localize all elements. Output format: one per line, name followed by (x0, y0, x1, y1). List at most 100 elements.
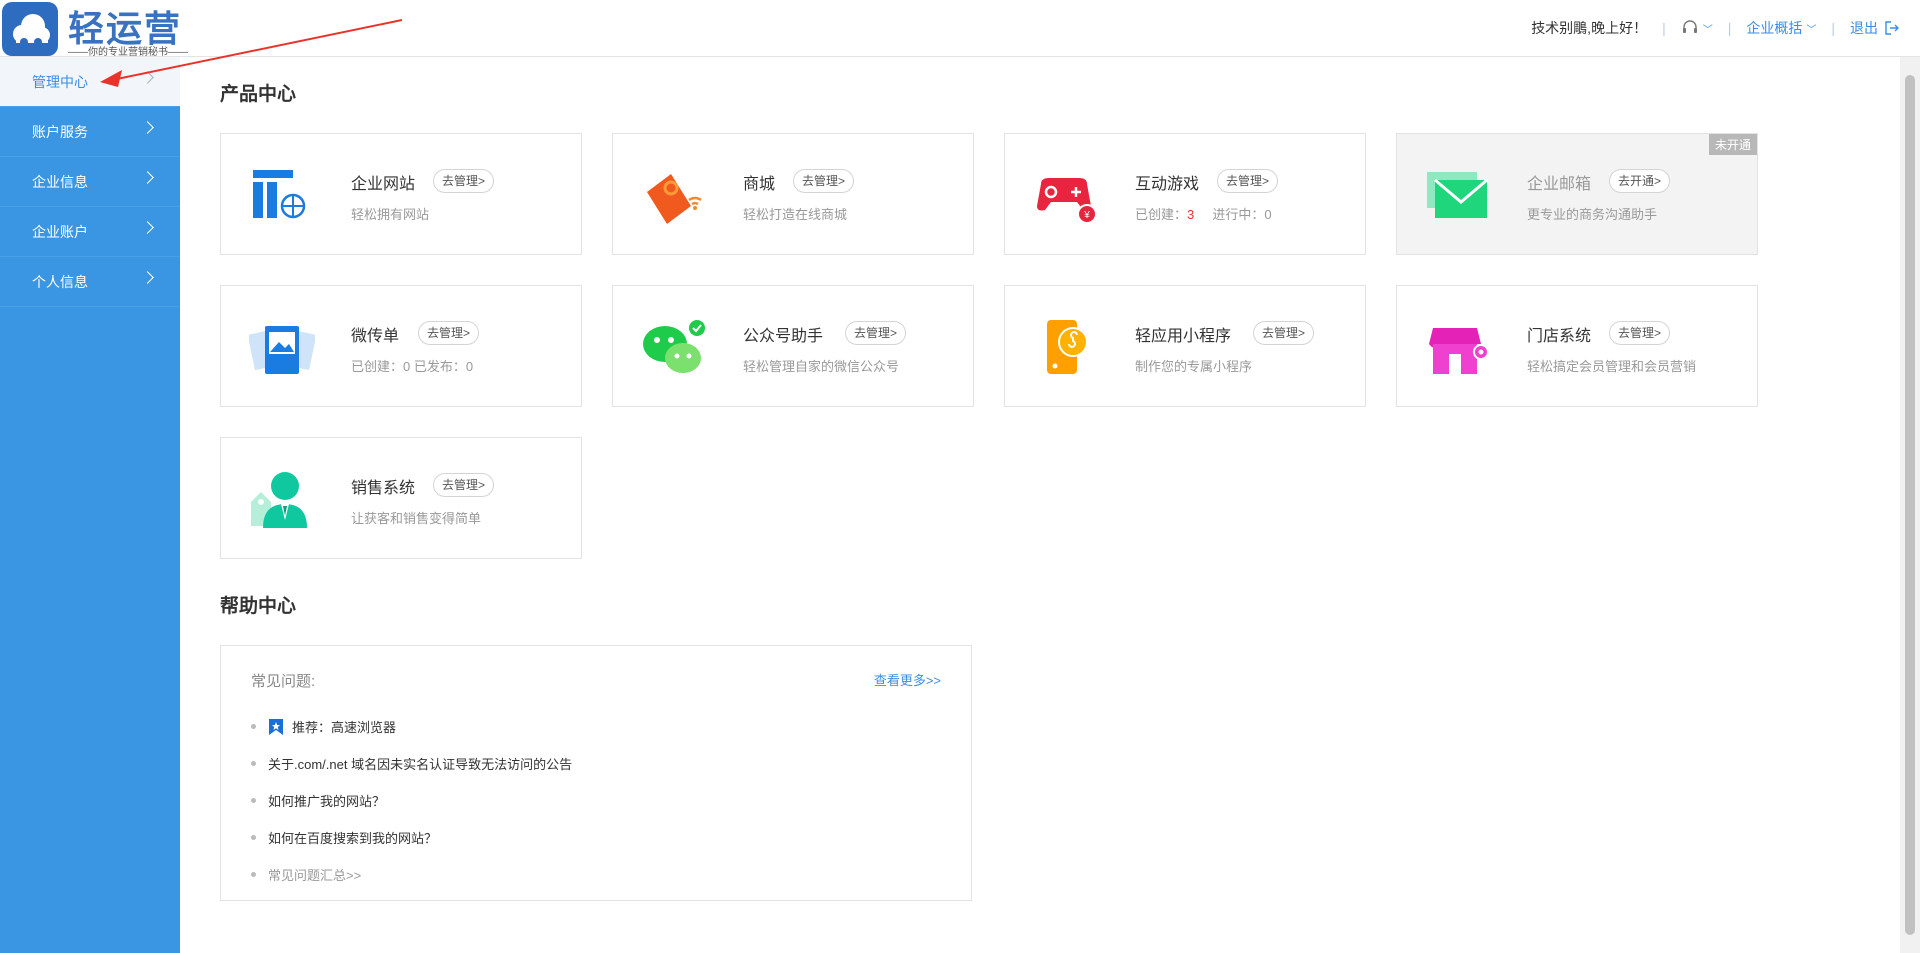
support-menu[interactable]: ﹀ (1681, 20, 1713, 36)
bookmark-star-icon (269, 718, 283, 735)
card-title: 互动游戏 (1135, 176, 1200, 193)
logout-label: 退出 (1850, 20, 1878, 36)
card-title: 门店系统 (1527, 328, 1592, 345)
faq-text: 推荐：高速浏览器 (292, 720, 397, 735)
product-card-mini-program[interactable]: 轻应用小程序 去管理> 制作您的专属小程序 (1004, 285, 1366, 407)
chevron-right-icon (141, 221, 154, 234)
card-description: 已创建：3 进行中：0 (1135, 204, 1272, 223)
product-card-wechat-assistant[interactable]: 公众号助手 去管理> 轻松管理自家的微信公众号 (612, 285, 974, 407)
divider: | (1662, 20, 1666, 36)
mini-program-icon (1047, 320, 1088, 374)
card-title: 企业邮箱 (1527, 176, 1592, 193)
card-title: 公众号助手 (743, 328, 824, 345)
faq-item[interactable]: 关于.com/.net 域名因未实名认证导致无法访问的公告 (251, 745, 572, 782)
faq-list: 推荐：高速浏览器 关于.com/.net 域名因未实名认证导致无法访问的公告 如… (251, 708, 572, 893)
svg-text:¥: ¥ (1083, 210, 1090, 221)
sidebar-item-company-account[interactable]: 企业账户 (0, 207, 180, 257)
product-center-title: 产品中心 (220, 84, 297, 105)
faq-text: 关于.com/.net 域名因未实名认证导致无法访问的公告 (268, 757, 573, 772)
card-title: 商城 (743, 176, 776, 193)
card-description: 轻松搞定会员管理和会员营销 (1527, 359, 1697, 374)
sidebar-item-personal-info[interactable]: 个人信息 (0, 257, 180, 307)
overview-label: 企业概括 (1746, 20, 1803, 36)
gamepad-icon: ¥ (1037, 178, 1097, 224)
mail-icon (1427, 172, 1488, 218)
sidebar-item-label: 企业账户 (32, 223, 88, 240)
manage-button[interactable]: 去管理> (418, 321, 480, 345)
product-card-store-system[interactable]: 门店系统 去管理> 轻松搞定会员管理和会员营销 (1396, 285, 1758, 407)
logout-button[interactable]: 退出 (1850, 18, 1900, 38)
card-description: 轻松管理自家的微信公众号 (743, 359, 900, 374)
manage-button[interactable]: 去管理> (845, 321, 907, 345)
logo[interactable]: 轻运营 ——你的专业营销秘书—— (0, 0, 188, 58)
product-card-flyer[interactable]: 微传单 去管理> 已创建：0 已发布：0 (220, 285, 582, 407)
faq-text: 如何在百度搜索到我的网站？ (268, 831, 438, 846)
header-actions: 技术别鵰,晚上好！ | ﹀ | 企业概括 ﹀ | 退出 (1531, 18, 1900, 38)
sidebar-item-label: 企业信息 (32, 173, 88, 190)
faq-text: 常见问题汇总>> (268, 868, 362, 883)
sidebar-item-label: 账户服务 (32, 123, 88, 140)
chevron-right-icon (141, 271, 154, 284)
scrollbar-thumb[interactable] (1905, 75, 1915, 935)
logout-icon (1885, 21, 1899, 35)
bullet (251, 761, 256, 766)
divider: | (1727, 20, 1732, 36)
sidebar-item-account-service[interactable]: 账户服务 (0, 107, 180, 157)
bullet (251, 872, 256, 877)
activate-button[interactable]: 去开通> (1609, 169, 1671, 193)
card-description: 让获客和销售变得简单 (351, 511, 482, 526)
sidebar-item-label: 管理中心 (32, 73, 88, 90)
manage-button[interactable]: 去管理> (1609, 321, 1671, 345)
greeting-text: 技术别鵰,晚上好！ (1531, 20, 1648, 36)
bullet (251, 835, 256, 840)
faq-text: 如何推广我的网站？ (268, 794, 386, 809)
manage-button[interactable]: 去管理> (1217, 169, 1279, 193)
chevron-right-icon (141, 171, 154, 184)
running-label: 进行中：0 (1212, 207, 1272, 222)
view-more-link[interactable]: 查看更多>> (874, 670, 941, 689)
help-center-title: 帮助中心 (220, 596, 297, 617)
created-label: 已创建： (1135, 207, 1188, 222)
brand-tagline: ——你的专业营销秘书—— (68, 47, 188, 58)
created-count: 3 (1187, 207, 1195, 222)
product-card-sales-system[interactable]: 销售系统 去管理> 让获客和销售变得简单 (220, 437, 582, 559)
website-icon (253, 170, 307, 220)
faq-item[interactable]: 常见问题汇总>> (251, 856, 572, 893)
faq-label: 常见问题: (251, 673, 316, 690)
product-card-website[interactable]: 企业网站 去管理> 轻松拥有网站 (220, 133, 582, 255)
manage-button[interactable]: 去管理> (433, 473, 495, 497)
sidebar-item-company-info[interactable]: 企业信息 (0, 157, 180, 207)
store-icon (1429, 328, 1489, 374)
card-title: 轻应用小程序 (1135, 328, 1232, 345)
overview-menu[interactable]: 企业概括 ﹀ (1746, 18, 1816, 38)
manage-button[interactable]: 去管理> (433, 169, 495, 193)
faq-item[interactable]: 推荐：高速浏览器 (251, 708, 572, 745)
chevron-down-icon: ﹀ (1702, 24, 1713, 36)
vertical-scrollbar[interactable] (1900, 57, 1920, 953)
top-header: 轻运营 ——你的专业营销秘书—— 技术别鵰,晚上好！ | ﹀ | 企业概括 ﹀ … (0, 0, 1920, 58)
shopping-bag-icon (647, 174, 702, 224)
chevron-down-icon: ﹀ (1806, 24, 1817, 36)
sidebar-item-label: 个人信息 (32, 273, 88, 290)
wechat-icon (643, 320, 705, 373)
flyer-icon (249, 326, 315, 374)
manage-button[interactable]: 去管理> (1253, 321, 1315, 345)
card-title: 企业网站 (351, 176, 416, 193)
faq-item[interactable]: 如何推广我的网站？ (251, 782, 572, 819)
product-card-mall[interactable]: 商城 去管理> 轻松打造在线商城 (612, 133, 974, 255)
divider: | (1831, 20, 1835, 36)
manage-button[interactable]: 去管理> (793, 169, 855, 193)
chevron-right-icon (141, 121, 154, 134)
cloud-logo-icon (2, 2, 58, 56)
salesperson-icon (251, 472, 307, 528)
product-card-email[interactable]: 企业邮箱 去开通> 更专业的商务沟通助手 未开通 (1396, 133, 1758, 255)
card-description: 制作您的专属小程序 (1135, 359, 1253, 374)
card-description: 更专业的商务沟通助手 (1527, 207, 1658, 222)
status-badge: 未开通 (1708, 134, 1757, 155)
faq-item[interactable]: 如何在百度搜索到我的网站？ (251, 819, 572, 856)
bullet (251, 798, 256, 803)
card-title: 销售系统 (351, 480, 416, 497)
product-card-games[interactable]: ¥ 互动游戏 去管理> 已创建：3 进行中：0 (1004, 133, 1366, 255)
sidebar-item-management-center[interactable]: 管理中心 (0, 57, 180, 107)
bullet (251, 724, 256, 729)
